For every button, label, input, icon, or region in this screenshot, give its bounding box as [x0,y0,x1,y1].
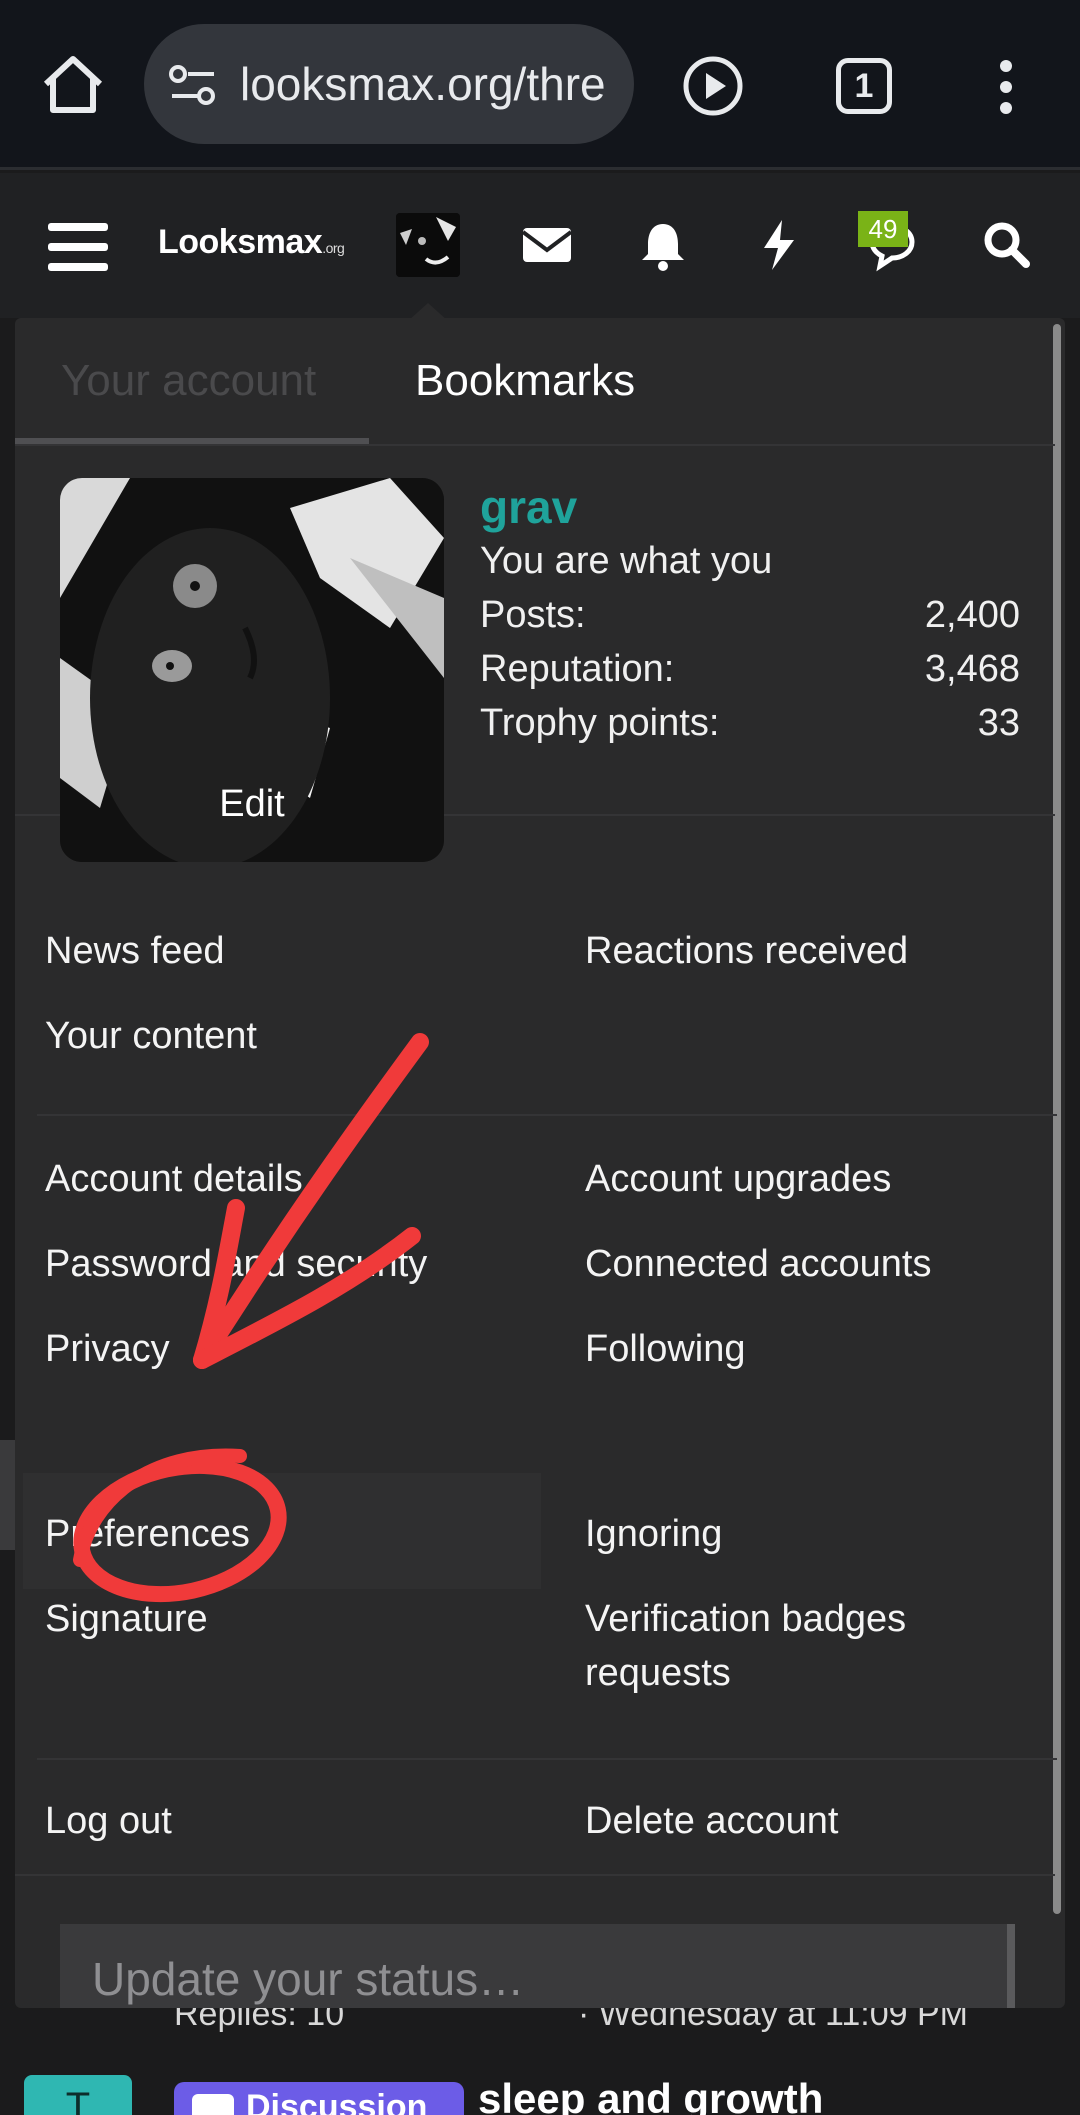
link-verification-badges[interactable]: Verification badges requests [585,1592,1005,1700]
home-icon[interactable] [40,52,106,118]
background-strip [0,1440,16,1550]
link-account-details[interactable]: Account details [45,1152,303,1206]
link-privacy[interactable]: Privacy [45,1322,170,1376]
profile-card: Edit grav You are what you Posts: 2,400 … [15,448,1055,862]
active-tab-indicator [15,438,369,444]
menu-divider [37,1758,1057,1760]
stat-posts: Posts: 2,400 [480,594,1020,637]
address-bar[interactable]: looksmax.org/thre [144,24,634,144]
account-menu: Your account Bookmarks Edit grav You are… [15,318,1065,2008]
user-title: You are what you [480,540,773,582]
discussion-tag[interactable]: Discussion [174,2082,464,2115]
site-settings-icon[interactable] [168,62,218,108]
lightning-icon[interactable] [752,218,806,272]
site-header: Looksmax.org 49 [0,173,1080,321]
hamburger-menu-icon[interactable] [48,223,108,271]
stat-label: Trophy points: [480,702,720,744]
more-options-icon[interactable] [990,58,1022,116]
link-connected-accounts[interactable]: Connected accounts [585,1237,1005,1291]
link-password-security[interactable]: Password and security [45,1237,427,1291]
link-account-upgrades[interactable]: Account upgrades [585,1152,1005,1206]
stat-reputation: Reputation: 3,468 [480,648,1020,691]
link-news-feed[interactable]: News feed [45,924,225,978]
bell-icon[interactable] [636,218,690,272]
link-your-content[interactable]: Your content [45,1009,257,1063]
stat-label: Reputation: [480,648,675,690]
link-reactions-received[interactable]: Reactions received [585,924,1005,978]
thread-title[interactable]: sleep and growth [478,2075,823,2115]
menu-divider [37,1114,1057,1116]
stat-value: 33 [977,702,1020,744]
site-logo[interactable]: Looksmax.org [158,223,345,262]
tab-switcher-button[interactable]: 1 [836,58,892,114]
tag-label: Discussion [246,2088,428,2115]
tab-your-account[interactable]: Your account [61,356,316,406]
link-preferences[interactable]: Preferences [45,1507,250,1561]
browser-toolbar: looksmax.org/thre 1 [0,0,1080,170]
stat-value: 2,400 [924,594,1020,636]
header-avatar[interactable] [396,213,460,277]
link-delete-account[interactable]: Delete account [585,1794,1005,1848]
status-section [15,1874,1055,2008]
avatar-edit-link[interactable]: Edit [60,783,444,826]
tab-bookmarks[interactable]: Bookmarks [415,356,635,406]
status-input[interactable] [60,1924,1015,2008]
stat-trophy-points: Trophy points: 33 [480,702,1020,745]
play-icon[interactable] [682,55,744,117]
url-text[interactable]: looksmax.org/thre [240,54,620,114]
username[interactable]: grav [480,480,577,534]
menu-tabs: Your account Bookmarks [15,318,1055,446]
stat-value: 3,468 [924,648,1020,690]
chat-count-badge: 49 [858,211,908,247]
link-log-out[interactable]: Log out [45,1794,172,1848]
search-icon[interactable] [980,218,1034,272]
link-following[interactable]: Following [585,1322,1005,1376]
link-signature[interactable]: Signature [45,1592,208,1646]
stat-label: Posts: [480,594,586,636]
discussion-icon [192,2094,234,2115]
avatar-image [396,213,460,277]
profile-avatar[interactable]: Edit [60,478,444,862]
envelope-icon[interactable] [520,218,574,272]
link-ignoring[interactable]: Ignoring [585,1507,1005,1561]
thread-avatar[interactable]: T [24,2075,132,2115]
